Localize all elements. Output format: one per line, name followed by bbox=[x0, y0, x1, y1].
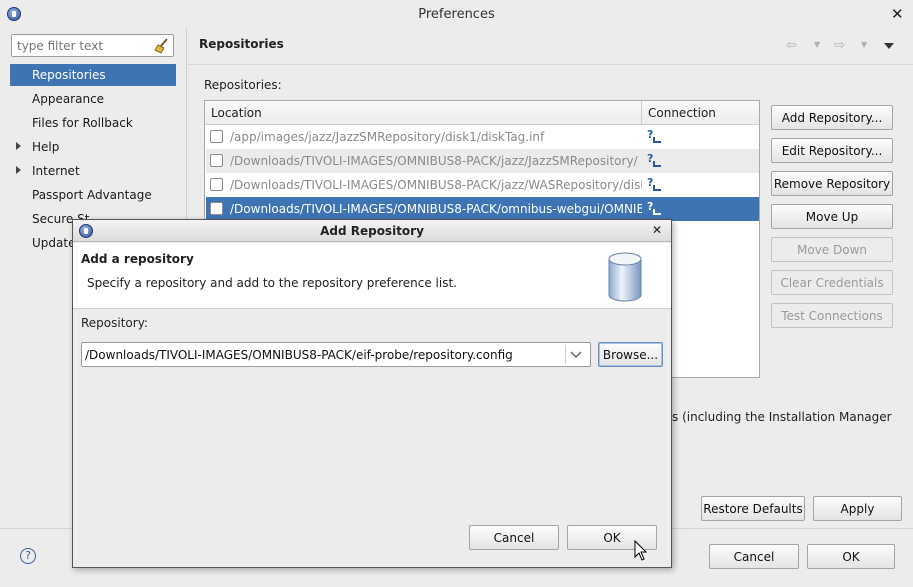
dialog-cancel-button[interactable]: Cancel bbox=[469, 525, 559, 550]
view-menu-icon[interactable] bbox=[884, 43, 894, 49]
dialog-banner: Add a repository Specify a repository an… bbox=[73, 243, 671, 309]
repository-label: Repository: bbox=[81, 316, 148, 330]
repository-combo[interactable]: /Downloads/TIVOLI-IMAGES/OMNIBUS8-PACK/e… bbox=[81, 342, 591, 367]
page-title: Repositories bbox=[199, 37, 284, 51]
dialog-description: Specify a repository and add to the repo… bbox=[87, 276, 457, 290]
expand-arrow-icon[interactable] bbox=[16, 166, 21, 174]
nav-item-label: Files for Rollback bbox=[32, 116, 133, 130]
table-row[interactable]: /app/images/jazz/JazzSMRepository/disk1/… bbox=[206, 125, 759, 149]
add-repository-dialog: Add Repository ✕ Add a repository Specif… bbox=[72, 219, 672, 568]
table-header: Location Connection bbox=[205, 101, 759, 125]
nav-item[interactable]: Passport Advantage bbox=[10, 184, 176, 206]
repository-cylinder-icon bbox=[608, 252, 642, 302]
dropdown-arrow-icon[interactable]: ▼ bbox=[814, 40, 820, 49]
row-checkbox[interactable] bbox=[210, 202, 223, 215]
dialog-heading: Add a repository bbox=[81, 252, 194, 266]
nav-item[interactable]: Help bbox=[10, 136, 176, 158]
nav-item[interactable]: Internet bbox=[10, 160, 176, 182]
forward-arrow-icon[interactable]: ⇨ bbox=[834, 38, 845, 53]
broom-icon[interactable] bbox=[154, 38, 170, 54]
repository-input[interactable]: /Downloads/TIVOLI-IMAGES/OMNIBUS8-PACK/e… bbox=[85, 348, 563, 362]
installation-manager-text: s (including the Installation Manager bbox=[672, 410, 892, 424]
expand-arrow-icon[interactable] bbox=[16, 142, 21, 150]
window-title: Preferences bbox=[418, 7, 495, 22]
remove-repository-button[interactable]: Remove Repository bbox=[771, 171, 893, 196]
preferences-ok-button[interactable]: OK bbox=[807, 544, 895, 569]
back-arrow-icon[interactable]: ⇦ bbox=[786, 38, 797, 53]
table-row[interactable]: /Downloads/TIVOLI-IMAGES/OMNIBUS8-PACK/j… bbox=[206, 149, 759, 173]
header-separator bbox=[187, 64, 913, 65]
connection-icon: ? bbox=[647, 128, 661, 145]
filter-text[interactable] bbox=[15, 37, 150, 54]
row-location: /app/images/jazz/JazzSMRepository/disk1/… bbox=[230, 130, 545, 144]
dialog-title: Add Repository bbox=[320, 224, 424, 238]
row-location: /Downloads/TIVOLI-IMAGES/OMNIBUS8-PACK/j… bbox=[230, 178, 642, 192]
row-location: /Downloads/TIVOLI-IMAGES/OMNIBUS8-PACK/o… bbox=[230, 202, 642, 216]
nav-item[interactable]: Repositories bbox=[10, 64, 176, 86]
clear-credentials-button[interactable]: Clear Credentials bbox=[771, 270, 893, 295]
nav-item-label: Help bbox=[32, 140, 60, 154]
restore-defaults-button[interactable]: Restore Defaults bbox=[701, 496, 805, 521]
column-connection[interactable]: Connection bbox=[648, 106, 716, 120]
nav-item-label: Update bbox=[32, 236, 76, 250]
help-icon[interactable]: ? bbox=[20, 548, 36, 564]
move-down-button[interactable]: Move Down bbox=[771, 237, 893, 262]
dialog-titlebar: Add Repository ✕ bbox=[73, 220, 671, 242]
edit-repository-button[interactable]: Edit Repository... bbox=[771, 138, 893, 163]
test-connections-button[interactable]: Test Connections bbox=[771, 303, 893, 328]
row-checkbox[interactable] bbox=[210, 178, 223, 191]
close-icon[interactable]: ✕ bbox=[652, 223, 662, 237]
apply-button[interactable]: Apply bbox=[813, 496, 902, 521]
move-up-button[interactable]: Move Up bbox=[771, 204, 893, 229]
nav-item-label: Passport Advantage bbox=[32, 188, 152, 202]
close-icon[interactable]: ✕ bbox=[891, 5, 904, 23]
row-checkbox[interactable] bbox=[210, 154, 223, 167]
nav-item-label: Internet bbox=[32, 164, 80, 178]
nav-item-label: Appearance bbox=[32, 92, 105, 106]
filter-input[interactable] bbox=[11, 34, 174, 57]
repositories-label: Repositories: bbox=[204, 78, 282, 92]
nav-item-label: Repositories bbox=[32, 68, 106, 82]
connection-icon: ? bbox=[647, 176, 661, 193]
preferences-cancel-button[interactable]: Cancel bbox=[709, 544, 799, 569]
window-titlebar: Preferences ✕ bbox=[0, 0, 913, 28]
table-row[interactable]: /Downloads/TIVOLI-IMAGES/OMNIBUS8-PACK/j… bbox=[206, 173, 759, 197]
connection-icon: ? bbox=[647, 200, 661, 217]
mouse-cursor-icon bbox=[634, 540, 648, 561]
nav-item[interactable]: Files for Rollback bbox=[10, 112, 176, 134]
chevron-down-icon[interactable] bbox=[570, 349, 582, 359]
column-location[interactable]: Location bbox=[211, 106, 262, 120]
connection-icon: ? bbox=[647, 152, 661, 169]
table-row[interactable]: /Downloads/TIVOLI-IMAGES/OMNIBUS8-PACK/o… bbox=[206, 197, 759, 221]
browse-button[interactable]: Browse... bbox=[598, 342, 663, 367]
dropdown-arrow-icon[interactable]: ▼ bbox=[861, 40, 867, 49]
row-location: /Downloads/TIVOLI-IMAGES/OMNIBUS8-PACK/j… bbox=[230, 154, 638, 168]
add-repository-button[interactable]: Add Repository... bbox=[771, 105, 893, 130]
row-checkbox[interactable] bbox=[210, 130, 223, 143]
nav-item[interactable]: Appearance bbox=[10, 88, 176, 110]
combo-separator bbox=[565, 345, 566, 364]
column-divider bbox=[641, 101, 642, 125]
